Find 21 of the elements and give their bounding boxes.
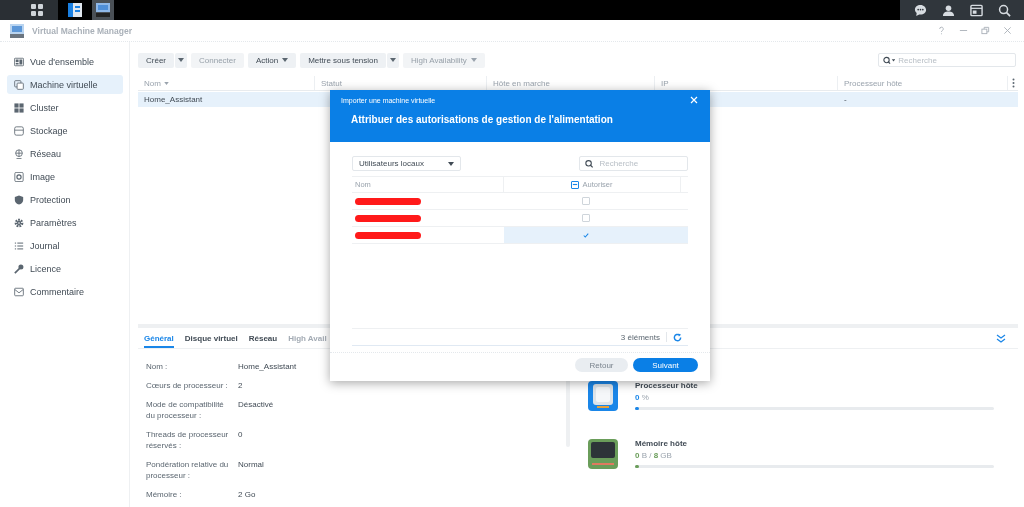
resource-reading: 0 B / 8 GB (635, 451, 673, 460)
detail-value: Normal (238, 459, 265, 471)
window-title: Virtual Machine Manager (32, 25, 132, 36)
detail-label: Threads de processeur réservés : (146, 429, 230, 451)
detail-value: 2 Go (238, 489, 257, 500)
dialog-title: Attribuer des autorisations de gestion de l'alimentation (350, 114, 614, 125)
detail-value: 0 (238, 429, 244, 441)
detail-label: Mémoire : (146, 489, 183, 500)
detail-label: Nom : (146, 361, 169, 372)
item-count: 3 éléments (620, 332, 660, 342)
detail-label: Mode de compatibilité du processeur : (146, 399, 225, 421)
resource-title: Processeur hôte (635, 381, 699, 390)
detail-value: Désactivé (238, 399, 275, 411)
detail-value: Home_Assistant (238, 361, 298, 372)
detail-label: Pondération relative du processeur : (146, 459, 230, 481)
table-cell: Home_Assistant (144, 95, 203, 104)
detail-value: 2 (238, 380, 244, 391)
table-cell: - (844, 95, 847, 104)
resource-reading: 0 % (635, 393, 650, 402)
detail-label: Cœurs de processeur : (146, 380, 229, 391)
resource-title: Mémoire hôte (635, 439, 688, 448)
